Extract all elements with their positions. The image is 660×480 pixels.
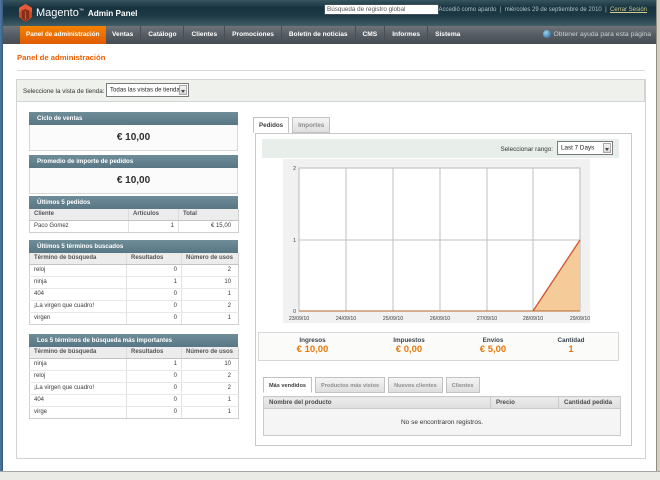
svg-text:24/09/10: 24/09/10	[336, 316, 356, 322]
svg-text:2: 2	[293, 166, 296, 172]
svg-text:25/09/10: 25/09/10	[383, 316, 403, 322]
svg-text:23/09/10: 23/09/10	[289, 316, 309, 322]
svg-text:27/09/10: 27/09/10	[477, 316, 497, 322]
svg-text:29/09/10: 29/09/10	[570, 316, 590, 322]
svg-text:0: 0	[293, 309, 296, 315]
svg-text:1: 1	[293, 238, 296, 244]
svg-text:28/09/10: 28/09/10	[523, 316, 543, 322]
svg-text:26/09/10: 26/09/10	[430, 316, 450, 322]
